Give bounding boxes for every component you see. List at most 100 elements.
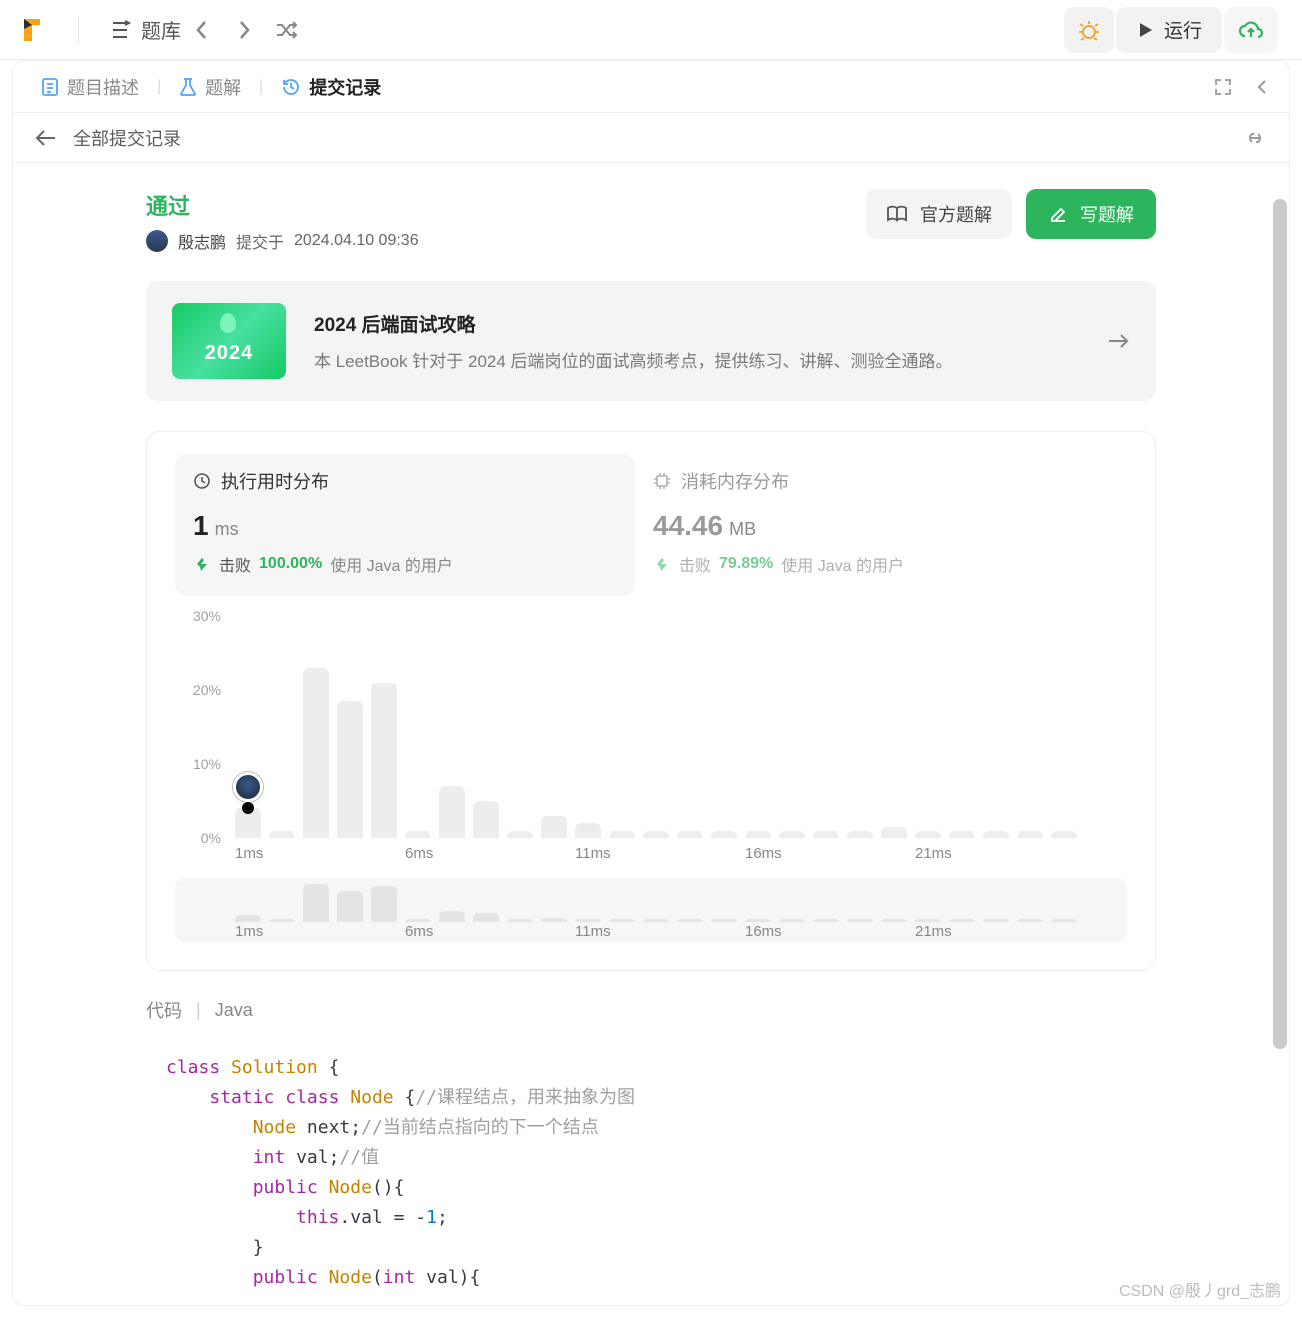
mini-bar — [949, 919, 975, 922]
chart-bar[interactable] — [405, 831, 431, 838]
chart-bar[interactable] — [711, 831, 737, 838]
cloud-upload-icon — [1238, 19, 1264, 41]
chart-bar[interactable] — [1017, 831, 1043, 838]
next-icon[interactable] — [223, 11, 265, 49]
chart-bar[interactable] — [813, 831, 839, 838]
mini-bar — [371, 886, 397, 922]
chart-bar[interactable] — [949, 831, 975, 838]
content: 通过 殷志鹏 提交于 2024.04.10 09:36 官方题解 — [13, 163, 1289, 1305]
tabs: 题目描述 | 题解 | 提交记录 — [13, 61, 1289, 113]
chart-bar[interactable] — [677, 831, 703, 838]
chart-bar[interactable] — [609, 831, 635, 838]
user-marker — [233, 772, 263, 802]
mini-bar — [983, 919, 1009, 922]
mini-bar — [541, 918, 567, 922]
run-button[interactable]: 运行 — [1116, 7, 1222, 53]
runtime-mini-chart[interactable]: 1ms6ms11ms16ms21ms — [175, 878, 1127, 942]
chart-bar[interactable] — [371, 683, 397, 838]
run-label: 运行 — [1164, 16, 1202, 43]
back-icon[interactable] — [35, 129, 57, 147]
official-solution-label: 官方题解 — [920, 201, 992, 227]
x-label: 16ms — [745, 845, 915, 862]
chart-bar[interactable] — [575, 823, 601, 838]
doc-icon — [41, 77, 59, 97]
memory-value: 44.46 — [653, 510, 723, 542]
username[interactable]: 殷志鹏 — [178, 229, 226, 253]
memory-unit: MB — [729, 519, 756, 540]
chart-bar[interactable] — [303, 668, 329, 838]
runtime-title: 执行用时分布 — [221, 468, 329, 494]
main-panel: 题目描述 | 题解 | 提交记录 全部提交记录 通过 — [12, 60, 1290, 1306]
mini-bar — [235, 915, 261, 922]
write-solution-button[interactable]: 写题解 — [1026, 189, 1156, 239]
promo-title: 2024 后端面试攻略 — [314, 310, 953, 337]
chart-bar[interactable] — [983, 831, 1009, 838]
mini-bar — [881, 919, 907, 922]
code-label: 代码 — [146, 997, 182, 1023]
chart-bar[interactable] — [235, 808, 261, 838]
shuffle-icon[interactable] — [265, 11, 307, 49]
mini-bar — [337, 891, 363, 922]
chart-bar[interactable] — [745, 831, 771, 838]
tab-submissions[interactable]: 提交记录 — [273, 74, 389, 100]
tab-solution[interactable]: 题解 — [171, 74, 249, 100]
avatar[interactable] — [146, 230, 168, 252]
tab-description[interactable]: 题目描述 — [33, 74, 147, 100]
promo-image: 2024 — [172, 303, 286, 379]
chart-bar[interactable] — [779, 831, 805, 838]
submit-info: 殷志鹏 提交于 2024.04.10 09:36 — [146, 229, 419, 253]
official-solution-button[interactable]: 官方题解 — [866, 189, 1012, 239]
code-block[interactable]: class Solution { static class Node {//课程… — [146, 1041, 1156, 1305]
scrollbar[interactable] — [1271, 163, 1289, 1305]
chart-bar[interactable] — [473, 801, 499, 838]
mini-bar — [915, 919, 941, 922]
mini-bar — [711, 919, 737, 922]
collapse-chevron-icon[interactable] — [1255, 77, 1269, 97]
memory-beats-pct: 79.89% — [719, 555, 773, 573]
beats-label: 击败 — [219, 552, 251, 576]
runtime-chart: 1ms6ms11ms16ms21ms 30%20%10%0% 1ms6ms11m… — [175, 616, 1127, 942]
code-lang: Java — [215, 1000, 253, 1021]
beats-suffix: 使用 Java 的用户 — [330, 552, 453, 576]
tab-description-label: 题目描述 — [67, 74, 139, 100]
debug-button[interactable] — [1064, 7, 1114, 53]
chart-bar[interactable] — [337, 701, 363, 838]
chart-bar[interactable] — [541, 816, 567, 838]
tab-solution-label: 题解 — [205, 74, 241, 100]
chart-bar[interactable] — [847, 831, 873, 838]
submit-cloud-button[interactable] — [1224, 7, 1278, 53]
bug-icon — [1078, 19, 1100, 41]
mini-bar — [269, 919, 295, 922]
chart-bar[interactable] — [915, 831, 941, 838]
chart-bar[interactable] — [269, 831, 295, 838]
chart-bar[interactable] — [1051, 831, 1077, 838]
expand-icon[interactable] — [1213, 77, 1233, 97]
runtime-card[interactable]: 执行用时分布 1 ms 击败 100.00% 使用 Java 的用户 — [175, 454, 635, 596]
link-icon[interactable] — [1243, 128, 1267, 148]
submitted-prefix: 提交于 — [236, 229, 284, 253]
logo[interactable] — [18, 15, 48, 45]
mini-bar — [439, 911, 465, 922]
mini-bar — [473, 913, 499, 922]
status-row: 通过 殷志鹏 提交于 2024.04.10 09:36 官方题解 — [146, 189, 1156, 253]
x-label: 21ms — [915, 923, 1085, 940]
mini-bar — [643, 919, 669, 922]
promo-card[interactable]: 2024 2024 后端面试攻略 本 LeetBook 针对于 2024 后端岗… — [146, 281, 1156, 401]
mini-bar — [745, 919, 771, 922]
problems-button[interactable]: 题库 — [109, 15, 181, 44]
memory-card[interactable]: 消耗内存分布 44.46 MB 击败 79.89% 使用 Java 的用户 — [635, 454, 1127, 596]
marker-dot — [242, 802, 254, 814]
chart-bar[interactable] — [881, 827, 907, 838]
chart-bar[interactable] — [439, 786, 465, 838]
y-label: 0% — [177, 830, 221, 846]
history-icon — [281, 77, 301, 97]
mini-bar — [405, 919, 431, 922]
y-label: 10% — [177, 756, 221, 772]
chart-bar[interactable] — [507, 831, 533, 838]
runtime-beats-pct: 100.00% — [259, 555, 322, 573]
promo-year: 2024 — [172, 342, 286, 365]
prev-icon[interactable] — [181, 11, 223, 49]
runtime-unit: ms — [215, 519, 239, 540]
flask-icon — [179, 77, 197, 97]
chart-bar[interactable] — [643, 831, 669, 838]
